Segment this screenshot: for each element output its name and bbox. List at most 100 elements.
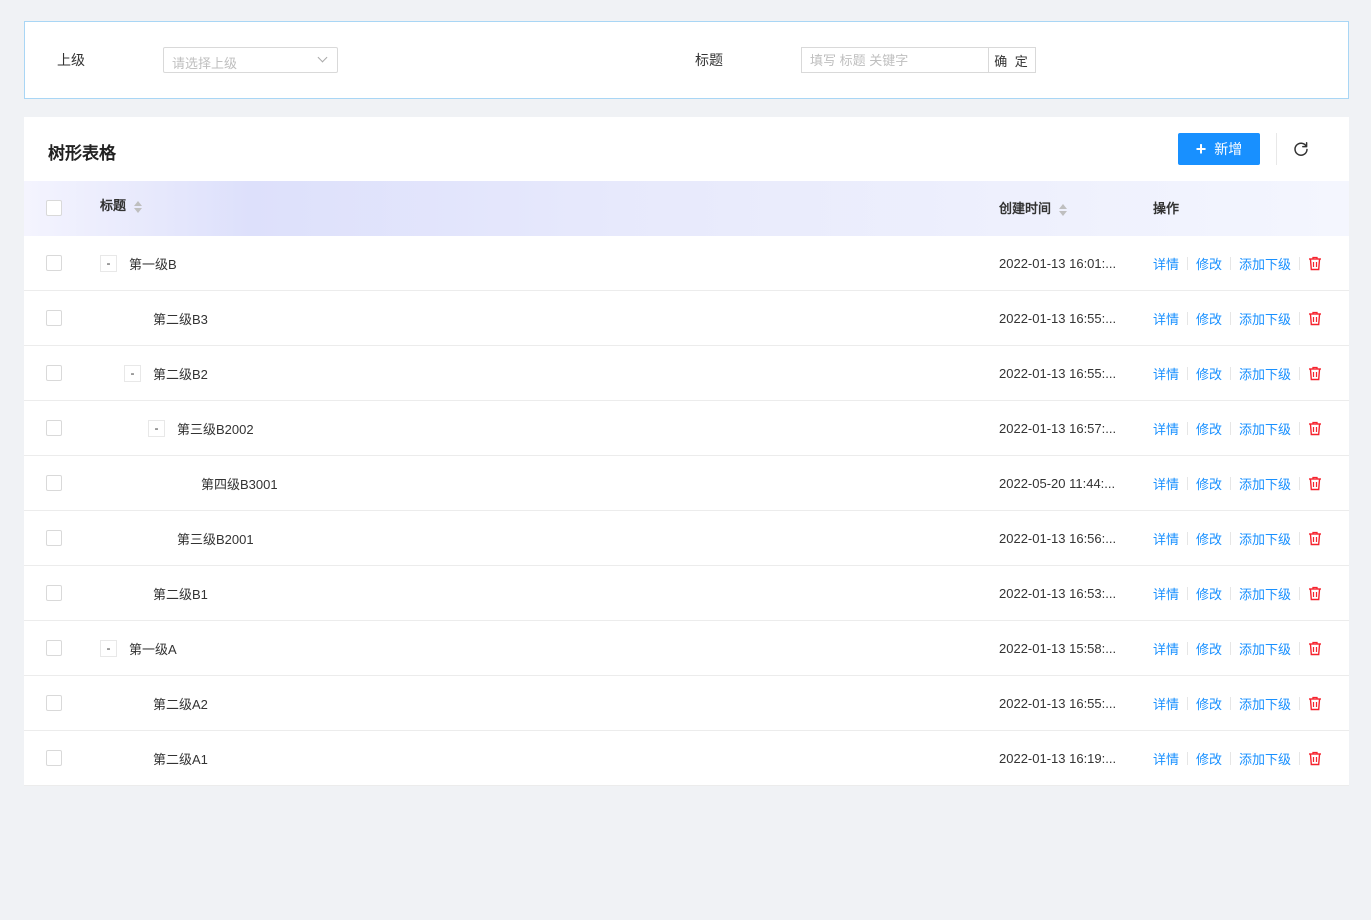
trash-icon[interactable] — [1308, 751, 1322, 766]
row-checkbox[interactable] — [46, 475, 62, 491]
row-checkbox[interactable] — [46, 640, 62, 656]
row-title: 第一级B — [129, 257, 177, 272]
column-header-title[interactable]: 标题 — [100, 178, 143, 233]
detail-link[interactable]: 详情 — [1153, 639, 1179, 658]
add-child-link[interactable]: 添加下级 — [1239, 309, 1291, 328]
add-button[interactable]: + 新增 — [1178, 133, 1260, 165]
parent-select[interactable]: 请选择上级 — [163, 47, 338, 73]
edit-link[interactable]: 修改 — [1196, 419, 1222, 438]
detail-link[interactable]: 详情 — [1153, 584, 1179, 603]
trash-icon[interactable] — [1308, 586, 1322, 601]
tree-title-cell: 第二级B3 — [153, 291, 208, 346]
parent-select-placeholder: 请选择上级 — [172, 56, 238, 71]
action-divider — [1187, 532, 1189, 545]
created-time: 2022-01-13 16:53:... — [999, 586, 1117, 601]
edit-link[interactable]: 修改 — [1196, 694, 1222, 713]
trash-icon[interactable] — [1308, 696, 1322, 711]
trash-icon[interactable] — [1308, 531, 1322, 546]
edit-link[interactable]: 修改 — [1196, 364, 1222, 383]
sort-icon[interactable] — [1059, 203, 1068, 216]
row-checkbox[interactable] — [46, 530, 62, 546]
edit-link[interactable]: 修改 — [1196, 309, 1222, 328]
column-header-created[interactable]: 创建时间 — [999, 181, 1068, 236]
add-child-link[interactable]: 添加下级 — [1239, 474, 1291, 493]
table-header: 标题 创建时间 操作 — [24, 181, 1349, 236]
row-checkbox[interactable] — [46, 365, 62, 381]
add-child-link[interactable]: 添加下级 — [1239, 529, 1291, 548]
trash-icon[interactable] — [1308, 256, 1322, 271]
trash-icon[interactable] — [1308, 311, 1322, 326]
row-actions: 详情 修改 添加下级 — [1153, 621, 1322, 676]
confirm-button[interactable]: 确 定 — [988, 47, 1036, 73]
column-header-title-label: 标题 — [100, 198, 127, 213]
trash-icon[interactable] — [1308, 421, 1322, 436]
table-row: - 第一级B 2022-01-13 16:01:... 详情 修改 添加下级 — [24, 236, 1349, 291]
trash-icon[interactable] — [1308, 641, 1322, 656]
action-divider — [1187, 477, 1189, 490]
collapse-toggle[interactable]: - — [124, 365, 141, 382]
title-keyword-input[interactable] — [801, 47, 989, 73]
row-actions: 详情 修改 添加下级 — [1153, 566, 1322, 621]
row-actions: 详情 修改 添加下级 — [1153, 401, 1322, 456]
tree-title-cell: 第三级B2001 — [177, 511, 254, 566]
select-all-checkbox[interactable] — [46, 200, 62, 216]
row-checkbox[interactable] — [46, 585, 62, 601]
created-time: 2022-05-20 11:44:... — [999, 476, 1116, 491]
row-checkbox[interactable] — [46, 750, 62, 766]
refresh-button[interactable] — [1289, 137, 1313, 161]
table-row: - 第一级A 2022-01-13 15:58:... 详情 修改 添加下级 — [24, 621, 1349, 676]
add-child-link[interactable]: 添加下级 — [1239, 364, 1291, 383]
row-title: 第二级A1 — [153, 752, 208, 767]
row-title: 第三级B2002 — [177, 422, 254, 437]
row-checkbox[interactable] — [46, 255, 62, 271]
detail-link[interactable]: 详情 — [1153, 694, 1179, 713]
action-divider — [1187, 697, 1189, 710]
collapse-toggle[interactable]: - — [100, 640, 117, 657]
edit-link[interactable]: 修改 — [1196, 529, 1222, 548]
detail-link[interactable]: 详情 — [1153, 309, 1179, 328]
detail-link[interactable]: 详情 — [1153, 749, 1179, 768]
trash-icon[interactable] — [1308, 366, 1322, 381]
edit-link[interactable]: 修改 — [1196, 749, 1222, 768]
trash-icon[interactable] — [1308, 476, 1322, 491]
action-divider — [1299, 532, 1301, 545]
created-time: 2022-01-13 16:55:... — [999, 366, 1117, 381]
parent-filter-label: 上级 — [57, 52, 85, 68]
collapse-toggle[interactable]: - — [148, 420, 165, 437]
action-divider — [1299, 477, 1301, 490]
action-divider — [1187, 312, 1189, 325]
add-child-link[interactable]: 添加下级 — [1239, 749, 1291, 768]
row-title: 第四级B3001 — [201, 477, 278, 492]
row-title: 第二级A2 — [153, 697, 208, 712]
table-row: 第二级A1 2022-01-13 16:19:... 详情 修改 添加下级 — [24, 731, 1349, 786]
row-title: 第二级B3 — [153, 312, 208, 327]
action-divider — [1187, 257, 1189, 270]
tree-title-cell: 第四级B3001 — [201, 456, 278, 511]
created-time: 2022-01-13 16:57:... — [999, 421, 1117, 436]
action-divider — [1299, 752, 1301, 765]
detail-link[interactable]: 详情 — [1153, 474, 1179, 493]
edit-link[interactable]: 修改 — [1196, 584, 1222, 603]
row-checkbox[interactable] — [46, 310, 62, 326]
edit-link[interactable]: 修改 — [1196, 474, 1222, 493]
add-child-link[interactable]: 添加下级 — [1239, 419, 1291, 438]
row-checkbox[interactable] — [46, 420, 62, 436]
sort-icon[interactable] — [134, 200, 143, 213]
row-actions: 详情 修改 添加下级 — [1153, 511, 1322, 566]
add-child-link[interactable]: 添加下级 — [1239, 254, 1291, 273]
add-child-link[interactable]: 添加下级 — [1239, 584, 1291, 603]
filter-panel: 上级 请选择上级 标题 确 定 — [24, 21, 1349, 99]
action-divider — [1230, 422, 1232, 435]
detail-link[interactable]: 详情 — [1153, 364, 1179, 383]
table-row: - 第三级B2002 2022-01-13 16:57:... 详情 修改 添加下级 — [24, 401, 1349, 456]
add-child-link[interactable]: 添加下级 — [1239, 639, 1291, 658]
edit-link[interactable]: 修改 — [1196, 639, 1222, 658]
detail-link[interactable]: 详情 — [1153, 419, 1179, 438]
detail-link[interactable]: 详情 — [1153, 529, 1179, 548]
detail-link[interactable]: 详情 — [1153, 254, 1179, 273]
edit-link[interactable]: 修改 — [1196, 254, 1222, 273]
collapse-toggle[interactable]: - — [100, 255, 117, 272]
action-divider — [1230, 477, 1232, 490]
add-child-link[interactable]: 添加下级 — [1239, 694, 1291, 713]
row-checkbox[interactable] — [46, 695, 62, 711]
